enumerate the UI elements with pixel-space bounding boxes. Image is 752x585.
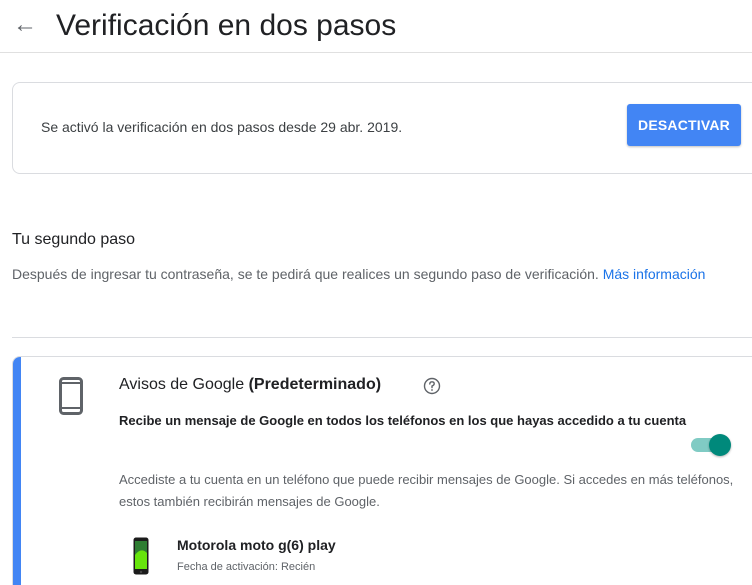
page-title: Verificación en dos pasos [56,9,397,42]
google-prompts-toggle[interactable] [691,434,731,456]
divider [12,337,752,338]
help-circle-icon[interactable] [423,377,441,395]
page-header: ← Verificación en dos pasos [0,0,752,53]
method-description: Accediste a tu cuenta en un teléfono que… [119,472,734,509]
second-step-title: Tu segundo paso [12,231,136,248]
accent-bar [13,357,21,585]
smartphone-device-icon [133,537,149,575]
toggle-knob [709,434,731,456]
more-info-link[interactable]: Más información [603,266,706,282]
second-step-description: Después de ingresar tu contraseña, se te… [12,262,732,286]
method-title-default: (Predeterminado) [248,376,382,393]
second-step-description-text: Después de ingresar tu contraseña, se te… [12,266,599,282]
method-title: Avisos de Google (Predeterminado) [119,376,381,394]
phone-icon [59,377,83,415]
arrow-left-icon[interactable]: ← [10,10,40,40]
google-prompts-card: Avisos de Google (Predeterminado) Recibe… [12,356,752,585]
device-name: Motorola moto g(6) play [177,537,336,553]
method-subtitle: Recibe un mensaje de Google en todos los… [119,413,687,428]
status-card: Se activó la verificación en dos pasos d… [12,82,752,174]
status-text: Se activó la verificación en dos pasos d… [41,119,403,135]
two-step-verification-page: ← Verificación en dos pasos Se activó la… [0,0,752,585]
method-title-label: Avisos de Google [119,376,245,393]
deactivate-button[interactable]: DESACTIVAR [627,104,741,146]
device-activation-date: Fecha de activación: Recién [177,561,316,573]
